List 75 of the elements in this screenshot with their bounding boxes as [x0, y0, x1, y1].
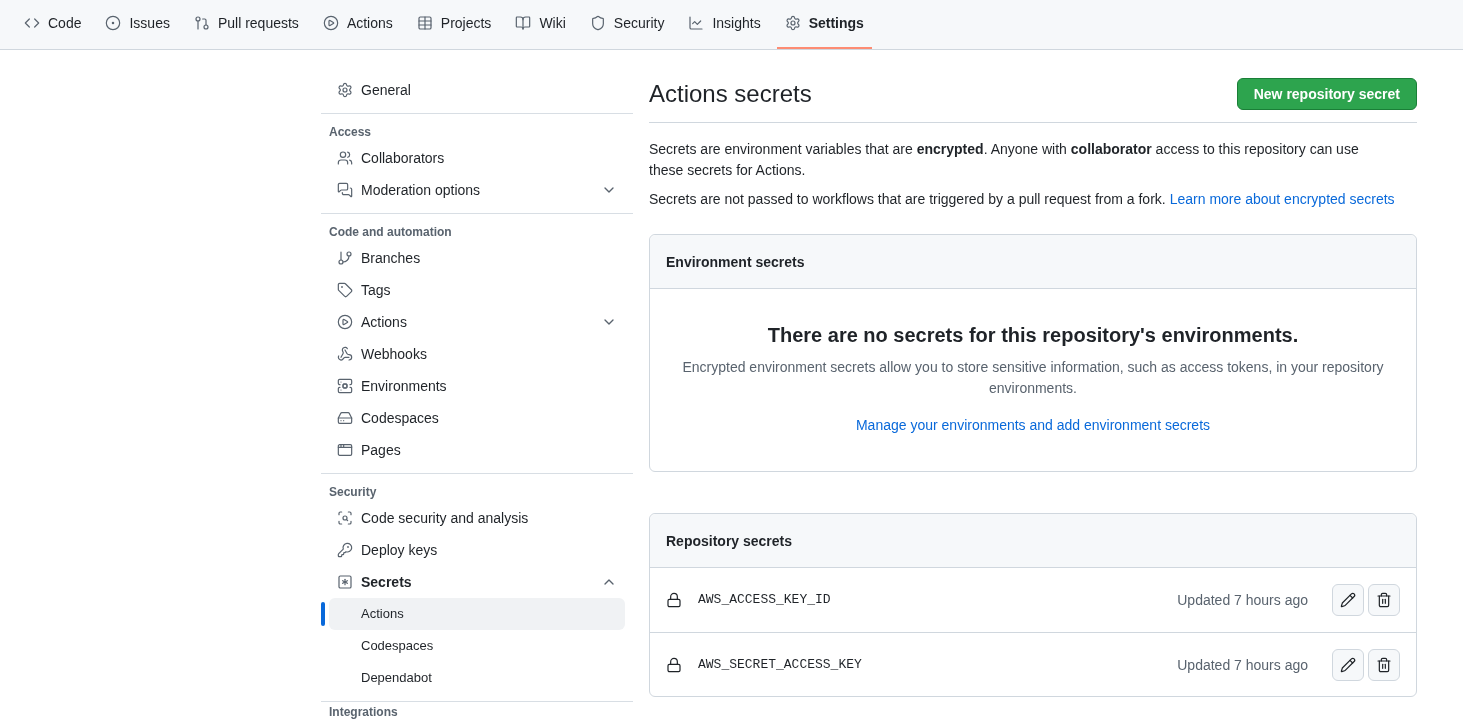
- key-icon: [337, 542, 353, 558]
- browser-icon: [337, 442, 353, 458]
- nav-tab[interactable]: Security: [581, 0, 673, 49]
- people-icon: [337, 150, 353, 166]
- section-heading: Security: [328, 484, 378, 501]
- updated-time: Updated 7 hours ago: [1177, 591, 1308, 610]
- sidebar-item[interactable]: Environments: [329, 370, 625, 402]
- nav-tab[interactable]: Insights: [680, 0, 769, 49]
- scan-icon: [337, 510, 353, 526]
- sidebar-item[interactable]: Code security and analysis: [329, 502, 625, 534]
- section-heading: Integrations: [328, 704, 399, 720]
- play-icon: [337, 314, 353, 330]
- pencil-icon: [1340, 656, 1356, 673]
- sidebar-subitem[interactable]: Codespaces: [329, 630, 625, 662]
- sidebar-item[interactable]: Collaborators: [329, 142, 625, 174]
- sidebar-item[interactable]: Tags: [329, 274, 625, 306]
- settings-icon: [337, 82, 353, 98]
- page-title: Actions secrets: [649, 79, 812, 109]
- issue-icon: [105, 15, 122, 31]
- table-icon: [416, 15, 433, 31]
- sidebar-subitem[interactable]: Actions: [329, 598, 625, 630]
- sidebar-item[interactable]: Pages: [329, 434, 625, 466]
- note-text: Secrets are not passed to workflows that are triggered by a pull request from a fork.: [649, 190, 1166, 209]
- settings-icon: [784, 15, 801, 31]
- sidebar-item[interactable]: Deploy keys: [329, 534, 625, 566]
- edit-button[interactable]: [1332, 584, 1364, 616]
- trash-icon: [1376, 592, 1392, 608]
- computer-icon: [337, 410, 353, 426]
- lock-icon: [666, 656, 682, 673]
- delete-button[interactable]: [1368, 648, 1400, 681]
- branch-icon: [337, 250, 353, 266]
- section-heading: Access: [328, 124, 373, 141]
- sidebar-item[interactable]: Codespaces: [329, 402, 625, 434]
- webhook-icon: [337, 346, 353, 362]
- intro-text: Secrets are environment variables that are encrypted. Anyone with collaborator access to this repository can use these secrets for Actions.: [649, 140, 1360, 180]
- nav-tab[interactable]: Settings: [776, 0, 872, 49]
- pull-request-icon: [193, 15, 210, 31]
- sidebar-item[interactable]: Actions: [329, 306, 625, 338]
- secret-name: AWS_SECRET_ACCESS_KEY: [698, 655, 863, 674]
- panel-heading: Environment secrets: [666, 252, 805, 272]
- sidebar-item[interactable]: Secrets: [329, 566, 625, 598]
- sidebar-item[interactable]: Branches: [329, 242, 625, 274]
- nav-tab[interactable]: Actions: [314, 0, 401, 49]
- sidebar-subitem[interactable]: Dependabot: [329, 662, 625, 694]
- code-icon: [24, 15, 40, 31]
- blank-state-text: Encrypted environment secrets allow you to store sensitive information, such as access tokens, in your repository environments.: [682, 358, 1384, 398]
- comment-icon: [337, 182, 353, 198]
- asterisk-icon: [337, 574, 353, 590]
- shield-icon: [589, 15, 606, 31]
- trash-icon: [1376, 656, 1392, 673]
- selected-indicator: [321, 602, 325, 626]
- server-icon: [337, 378, 353, 394]
- nav-tab[interactable]: Wiki: [507, 0, 574, 49]
- sidebar-item[interactable]: General: [329, 74, 625, 106]
- nav-tab[interactable]: Pull requests: [185, 0, 307, 49]
- pencil-icon: [1340, 592, 1356, 608]
- nav-tab[interactable]: Issues: [97, 0, 178, 49]
- panel-heading: Repository secrets: [666, 531, 793, 551]
- learn-more-link[interactable]: Learn more about encrypted secrets: [1169, 189, 1395, 210]
- delete-button[interactable]: [1368, 584, 1400, 616]
- updated-time: Updated 7 hours ago: [1177, 655, 1308, 675]
- sidebar-item[interactable]: Webhooks: [329, 338, 625, 370]
- blank-state-title: There are no secrets for this repository's environments.: [767, 323, 1299, 348]
- nav-tab[interactable]: Code: [16, 0, 90, 49]
- secret-name: AWS_ACCESS_KEY_ID: [698, 591, 832, 610]
- tag-icon: [337, 282, 353, 298]
- sidebar-item[interactable]: Moderation options: [329, 174, 625, 206]
- graph-icon: [688, 15, 705, 31]
- book-icon: [515, 15, 532, 31]
- lock-icon: [666, 592, 682, 608]
- nav-tab[interactable]: Projects: [408, 0, 500, 49]
- play-icon: [322, 15, 339, 31]
- manage-environments-link[interactable]: Manage your environments and add environment secrets: [855, 415, 1211, 435]
- section-heading: Code and automation: [328, 224, 453, 241]
- edit-button[interactable]: [1332, 648, 1364, 681]
